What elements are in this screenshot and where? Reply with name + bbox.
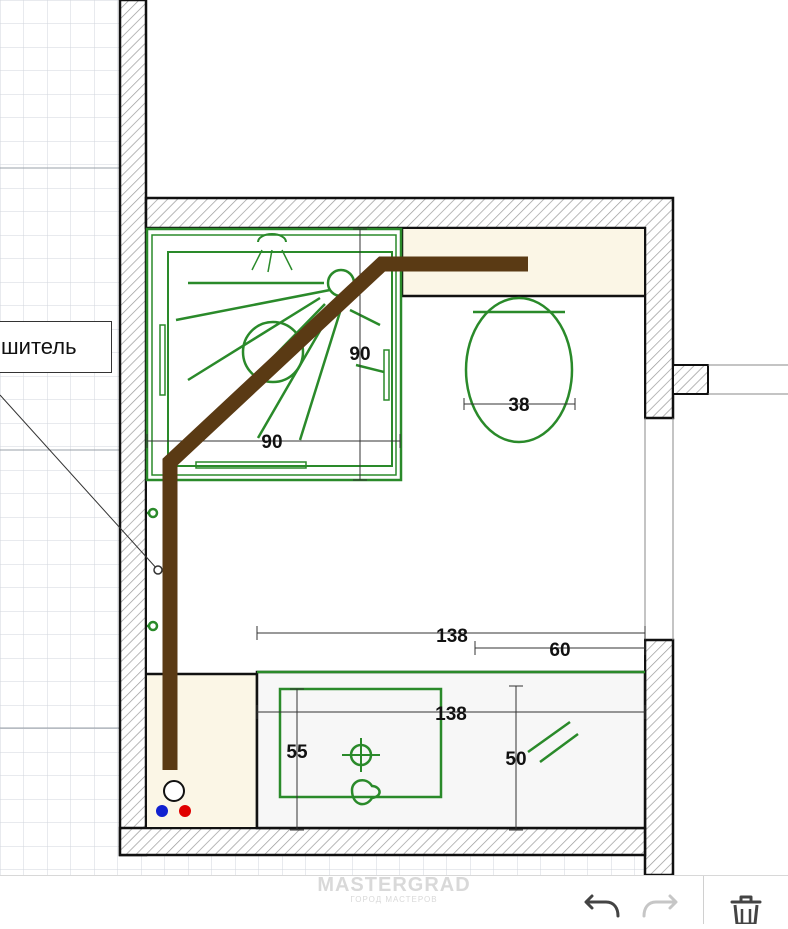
watermark-brand: MASTERGRAD xyxy=(317,874,471,896)
cold-water-dot xyxy=(156,805,168,817)
undo-icon xyxy=(584,894,620,918)
offset-label: 60 xyxy=(549,640,570,661)
vanity-countertop xyxy=(255,670,647,830)
redo-button[interactable] xyxy=(638,880,682,924)
watermark-tagline: ГОРОД МАСТЕРОВ xyxy=(350,895,438,904)
hot-water-dot xyxy=(179,805,191,817)
wall-length-label: 138 xyxy=(436,626,468,647)
callout-label-box: шитель xyxy=(0,321,112,373)
floor-plan: 90 90 38 138 60 138 55 50 xyxy=(0,0,788,875)
redo-icon xyxy=(642,894,678,918)
shower-depth-label: 90 xyxy=(349,344,370,365)
toilet xyxy=(464,296,574,444)
shower-width-label: 90 xyxy=(261,432,282,453)
callout-label: шитель xyxy=(1,334,77,359)
grid-background-bottom xyxy=(120,855,645,875)
delete-button[interactable] xyxy=(724,880,768,926)
vanity-length-label: 138 xyxy=(435,704,467,725)
trash-icon xyxy=(730,895,762,926)
toilet-width-label: 38 xyxy=(508,395,529,416)
toolbar-separator xyxy=(703,876,704,924)
sink-depth-label: 55 xyxy=(286,742,308,763)
vanity-depth-label: 50 xyxy=(505,749,526,770)
grid-background xyxy=(0,0,120,875)
watermark: MASTERGRAD ГОРОД МАСТЕРОВ xyxy=(308,875,480,905)
undo-button[interactable] xyxy=(580,880,624,924)
